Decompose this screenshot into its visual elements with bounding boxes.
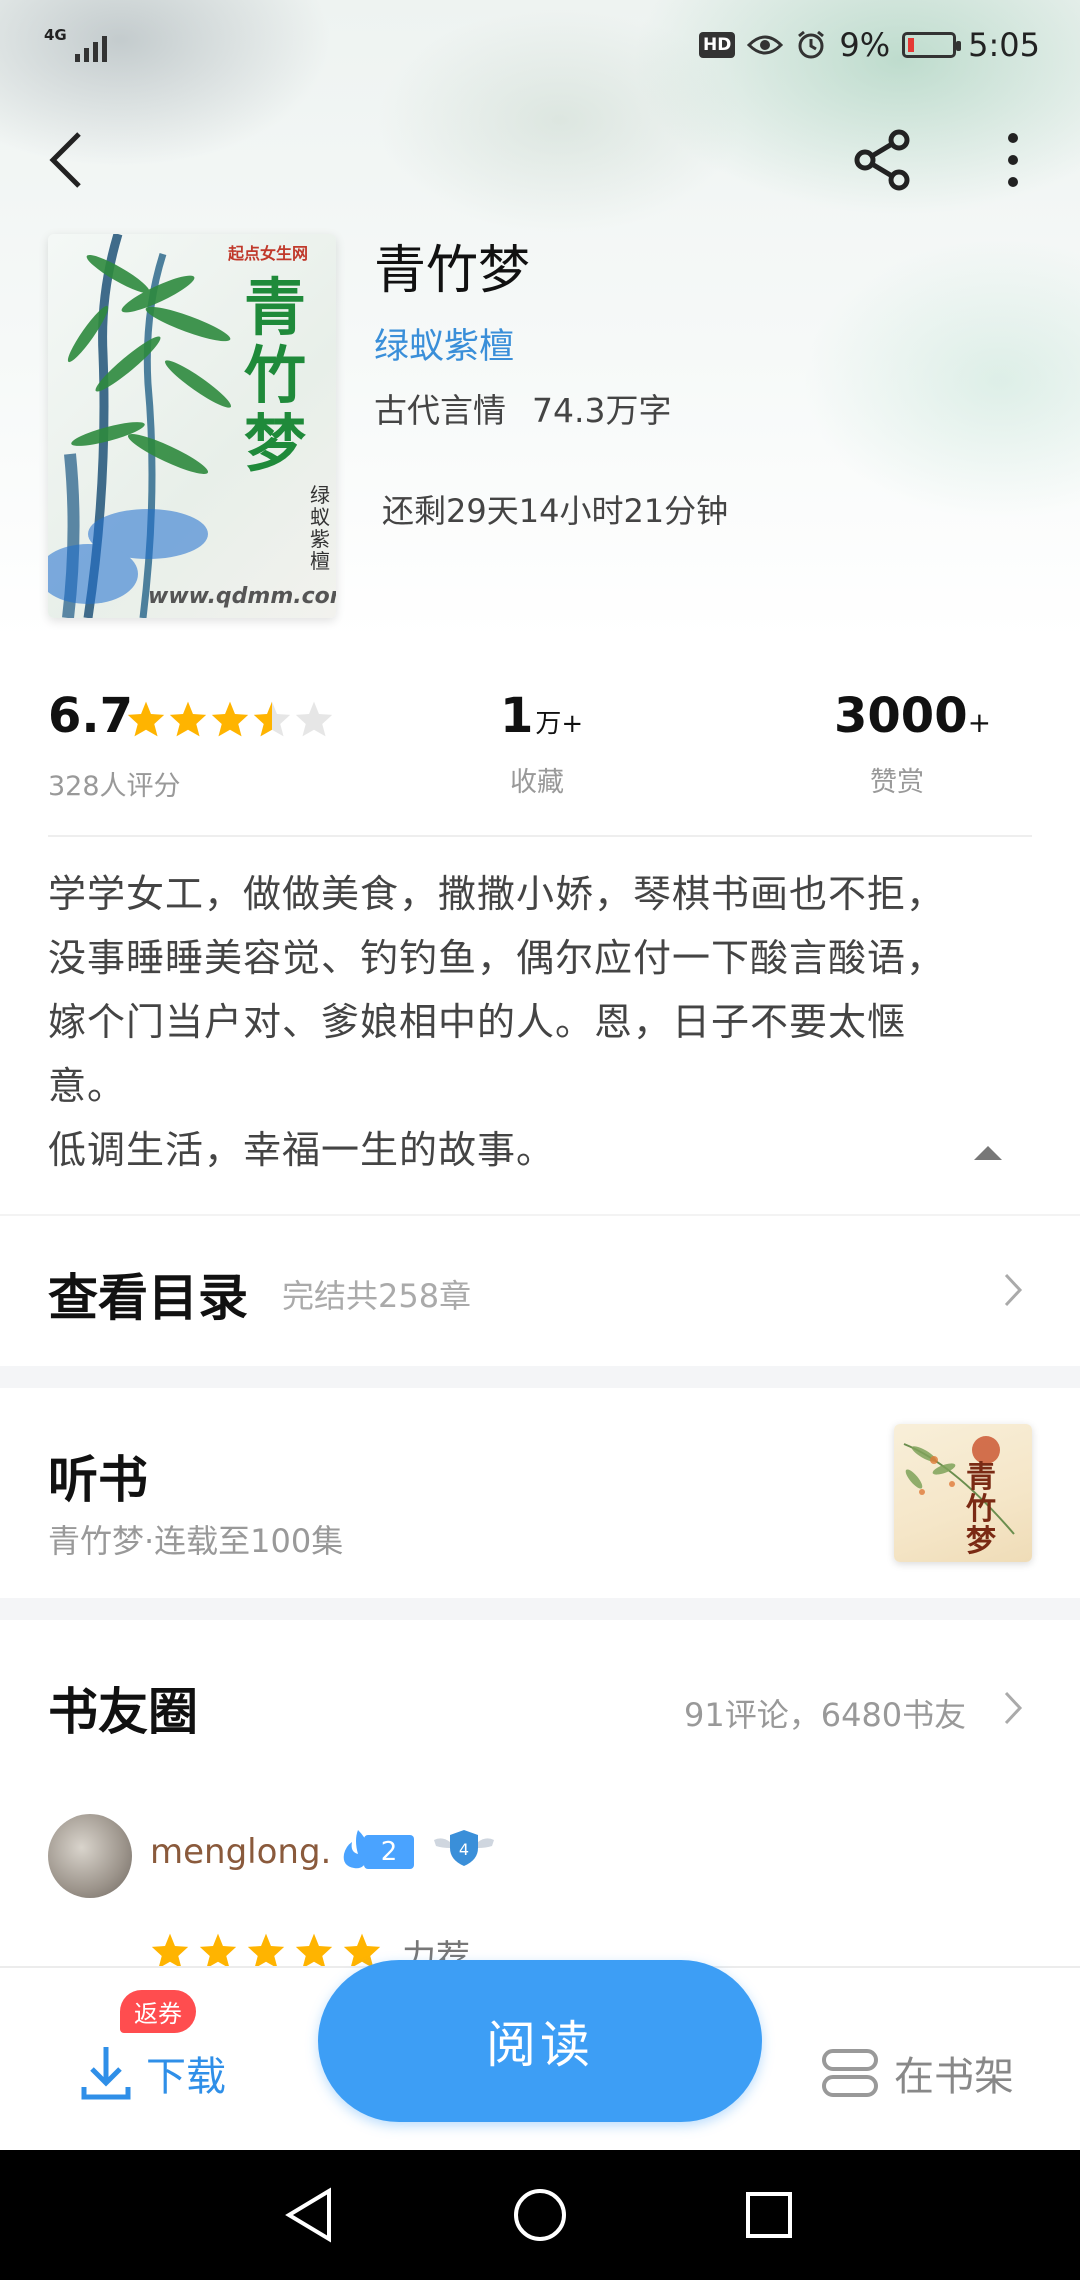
star-icon — [169, 701, 207, 737]
audiobook-cover-title: 青竹梦 — [966, 1460, 996, 1559]
back-arrow-icon — [49, 132, 81, 188]
community-title: 书友圈 — [48, 1682, 198, 1741]
description-line: 低调生活，幸福一生的故事。 — [48, 1128, 556, 1172]
system-nav-bar — [0, 2150, 1080, 2280]
cover-publisher: 起点女生网 — [228, 244, 309, 263]
top-nav — [0, 115, 1080, 210]
description-line: 学学女工，做做美食，撒撒小娇，琴棋书画也不拒， — [48, 872, 946, 916]
collapse-description-button[interactable] — [968, 1138, 1008, 1168]
alarm-icon — [798, 30, 825, 59]
cover-site: www.qdmm.com — [148, 584, 336, 609]
hd-icon: HD — [699, 32, 736, 58]
half-star-icon — [253, 701, 291, 737]
free-countdown: 还剩29天14小时21分钟 — [382, 492, 729, 530]
rating-score: 6.7 — [48, 688, 134, 744]
download-label: 下载 — [146, 2054, 226, 2100]
avatar[interactable] — [48, 1814, 132, 1898]
rating-stars — [126, 700, 334, 738]
svg-text:4: 4 — [459, 1840, 469, 1859]
cover-title: 青竹梦 — [244, 271, 307, 480]
rewards-label[interactable]: 赞赏 — [870, 760, 924, 799]
shield-badge-icon: 4 — [434, 1830, 494, 1866]
review-stars — [150, 1932, 382, 1970]
star-icon — [199, 1933, 237, 1969]
battery-percent: 9% — [839, 26, 891, 64]
system-home-button[interactable] — [505, 2180, 575, 2250]
favorites-label: 收藏 — [510, 767, 564, 798]
eye-icon — [747, 35, 784, 55]
audiobook-title: 听书 — [48, 1450, 148, 1509]
stats-divider — [48, 835, 1032, 837]
catalog-title: 查看目录 — [48, 1268, 248, 1327]
square-recents-icon — [746, 2192, 792, 2238]
flame-icon — [343, 1830, 369, 1869]
chevron-right-icon — [998, 1270, 1028, 1310]
favorites-count: 1万+ — [500, 688, 584, 744]
description-line: 嫁个门当户对、爹娘相中的人。恩，日子不要太惬 — [48, 1000, 907, 1044]
star-icon — [295, 1933, 333, 1969]
bookshelf-label: 在书架 — [894, 2054, 1014, 2100]
share-button[interactable] — [838, 115, 928, 205]
description-line: 没事睡睡美容觉、钓钓鱼，偶尔应付一下酸言酸语， — [48, 936, 946, 980]
system-recents-button[interactable] — [734, 2180, 804, 2250]
read-button[interactable]: 阅读 — [318, 1960, 762, 2122]
bookshelf-icon — [822, 2049, 878, 2097]
review-username[interactable]: menglong. — [150, 1832, 331, 1872]
genre: 古代言情 — [374, 391, 506, 430]
download-icon — [81, 2047, 131, 2100]
share-icon — [854, 129, 910, 191]
coupon-badge: 返券 — [120, 1990, 196, 2033]
word-count: 74.3万字 — [532, 391, 672, 430]
circle-home-icon — [514, 2189, 566, 2241]
star-icon — [247, 1933, 285, 1969]
audiobook-cover[interactable]: 青竹梦 — [894, 1424, 1032, 1562]
catalog-row[interactable]: 查看目录 完结共258章 — [0, 1216, 1080, 1366]
clock: 5:05 — [968, 26, 1040, 64]
triangle-back-icon — [285, 2187, 331, 2243]
rewards-count[interactable]: 3000+ — [834, 688, 991, 744]
more-button[interactable] — [968, 115, 1058, 205]
author-link[interactable]: 绿蚁紫檀 — [374, 318, 514, 369]
bookshelf-button[interactable]: 在书架 — [820, 2028, 1050, 2118]
bottom-action-bar: 下载 返券 阅读 在书架 — [0, 1960, 1080, 2150]
book-description[interactable]: 学学女工，做做美食，撒撒小娇，琴棋书画也不拒， 没事睡睡美容觉、钓钓鱼，偶尔应付… — [48, 862, 1038, 1182]
section-gap — [0, 1598, 1080, 1620]
section-gap — [0, 1366, 1080, 1388]
catalog-subtitle: 完结共258章 — [282, 1277, 472, 1315]
empty-star-icon — [295, 701, 333, 737]
battery-icon — [902, 32, 962, 58]
community-section: 书友圈 91评论，6480书友 menglong. 2 4 力荐 — [0, 1620, 1080, 1980]
chevron-right-icon[interactable] — [998, 1688, 1028, 1728]
book-meta: 古代言情 74.3万字 — [374, 384, 671, 432]
system-back-button[interactable] — [274, 2180, 344, 2250]
signal-icon: 4G — [44, 28, 107, 62]
audiobook-row[interactable]: 听书 青竹梦·连载至100集 青竹梦 — [0, 1388, 1080, 1598]
status-bar: 4G HD 9% 5:05 — [0, 0, 1080, 90]
star-icon — [151, 1933, 189, 1969]
download-button[interactable]: 下载 — [80, 2028, 250, 2118]
book-title: 青竹梦 — [374, 241, 531, 301]
network-type: 4G — [44, 26, 67, 44]
star-icon — [127, 701, 165, 737]
back-button[interactable] — [20, 115, 110, 205]
book-stats: 6.7 328人评分 1万+ 收藏 3000+ 赞赏 — [0, 680, 1080, 810]
star-icon — [211, 701, 249, 737]
fan-level-badge: 2 — [338, 1830, 416, 1872]
community-stats-link[interactable]: 91评论，6480书友 — [684, 1690, 966, 1736]
rating-count: 328人评分 — [48, 771, 181, 802]
collapse-triangle-icon — [974, 1146, 1002, 1160]
book-cover[interactable]: 起点女生网 青竹梦 绿蚁紫檀 www.qdmm.com — [48, 234, 336, 618]
audiobook-subtitle: 青竹梦·连载至100集 — [48, 1522, 344, 1560]
cover-author: 绿蚁紫檀 — [310, 483, 330, 573]
audiobook-cover-art — [903, 1436, 1015, 1535]
description-line: 意。 — [48, 1064, 127, 1108]
more-vertical-icon — [1008, 133, 1018, 187]
status-indicators: HD 9% 5:05 — [699, 26, 1040, 64]
